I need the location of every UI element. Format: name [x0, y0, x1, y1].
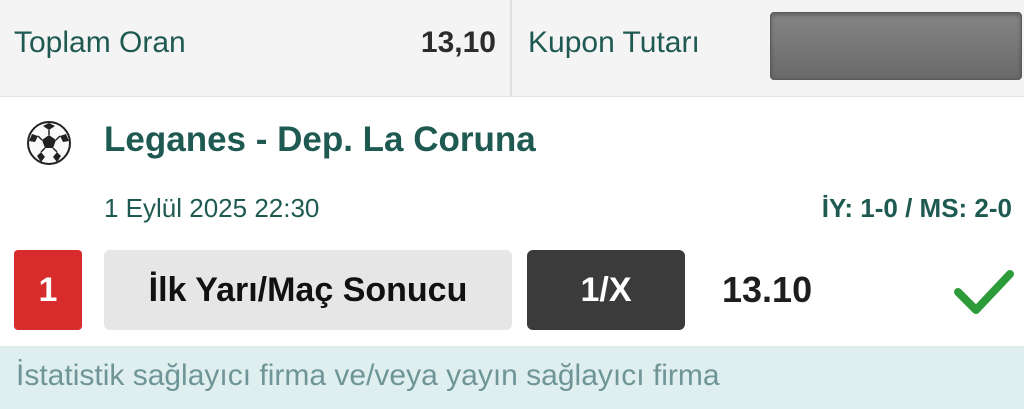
odd-value: 13.10	[722, 269, 813, 310]
coupon-amount-label: Kupon Tutarı	[528, 26, 700, 59]
statistics-notice-text: İstatistik sağlayıcı firma ve/veya yayın…	[16, 359, 720, 392]
coupon-amount-field[interactable]	[770, 12, 1022, 80]
match-title[interactable]: Leganes - Dep. La Coruna	[104, 120, 536, 160]
total-odds-value: 13,10	[420, 26, 496, 59]
statistics-notice: İstatistik sağlayıcı firma ve/veya yayın…	[0, 346, 1024, 409]
market-label: İlk Yarı/Maç Sonucu	[104, 250, 512, 330]
check-icon	[954, 270, 1014, 314]
match-datetime: 1 Eylül 2025 22:30	[104, 193, 320, 223]
coupon-summary-bar: Toplam Oran 13,10 Kupon Tutarı	[0, 0, 1024, 97]
pick-number-badge: 1	[14, 250, 82, 330]
total-odds-label: Toplam Oran	[14, 26, 186, 59]
match-score: İY: 1-0 / MS: 2-0	[821, 193, 1012, 223]
bet-row: 1 İlk Yarı/Maç Sonucu 1/X 13.10	[0, 250, 1024, 332]
selection-badge: 1/X	[527, 250, 685, 330]
total-odds-section: Toplam Oran 13,10	[0, 0, 512, 96]
soccer-ball-icon	[27, 121, 71, 165]
